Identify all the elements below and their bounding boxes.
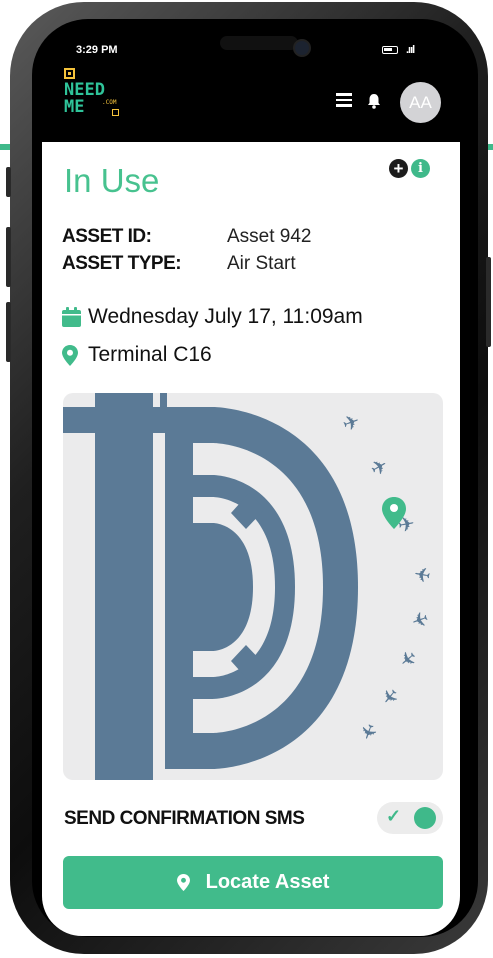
asset-type-label: ASSET TYPE: [62, 253, 182, 274]
logo-text-com: .COM [102, 99, 117, 106]
check-icon: ✓ [386, 806, 402, 826]
volume-down-button [6, 302, 11, 362]
front-camera [293, 39, 311, 57]
svg-text:✈: ✈ [408, 605, 432, 633]
locate-asset-button[interactable]: Locate Asset [63, 856, 443, 909]
terminal-map[interactable]: ✈ ✈ ✈ ✈ ✈ ✈ ✈ ✈ [63, 393, 443, 780]
silent-switch [6, 167, 11, 197]
schedule-date-row: Wednesday July 17, 11:09am [62, 305, 363, 329]
calendar-icon [62, 307, 81, 327]
logo-square-icon [64, 68, 75, 79]
location-row: Terminal C16 [62, 343, 212, 367]
page-title: In Use [64, 162, 160, 199]
locate-asset-label: Locate Asset [205, 871, 330, 893]
asset-id-label: ASSET ID: [62, 226, 152, 247]
signal-icon: .ııl [406, 44, 415, 56]
svg-text:✈: ✈ [412, 561, 433, 588]
sms-toggle[interactable]: ✓ [377, 802, 443, 834]
svg-text:✈: ✈ [375, 682, 404, 710]
svg-text:✈: ✈ [339, 408, 363, 436]
toggle-knob [414, 807, 436, 829]
map-pin-icon [62, 344, 78, 366]
schedule-date-text: Wednesday July 17, 11:09am [88, 305, 363, 328]
main-content: In Use + i ASSET ID: Asset 942 ASSET TYP… [42, 142, 460, 936]
logo-small-square-icon [112, 109, 119, 116]
location-text: Terminal C16 [88, 343, 212, 366]
info-circle-icon[interactable]: i [411, 159, 430, 178]
map-pin-icon [176, 874, 190, 891]
map-building-bar [63, 407, 168, 433]
terminal-map-graphic: ✈ ✈ ✈ ✈ ✈ ✈ ✈ ✈ [63, 393, 433, 780]
status-time: 3:29 PM [76, 44, 118, 56]
battery-icon [382, 46, 398, 54]
logo-text-me: ME [64, 97, 85, 117]
volume-up-button [6, 227, 11, 287]
user-avatar[interactable]: AA [400, 82, 441, 123]
svg-text:✈: ✈ [354, 720, 382, 744]
asset-id-value: Asset 942 [227, 226, 312, 247]
asset-type-value: Air Start [227, 253, 296, 274]
power-button [486, 257, 491, 347]
speaker-notch [220, 36, 298, 50]
hamburger-menu-icon[interactable] [336, 93, 352, 107]
svg-text:✈: ✈ [366, 452, 393, 481]
map-building-pillar [95, 393, 153, 780]
bell-icon[interactable] [366, 93, 382, 109]
plus-circle-icon[interactable]: + [389, 159, 408, 178]
needme-logo[interactable]: NEED ME .COM [64, 68, 128, 130]
svg-text:✈: ✈ [394, 644, 422, 673]
sms-label: SEND CONFIRMATION SMS [64, 808, 305, 829]
